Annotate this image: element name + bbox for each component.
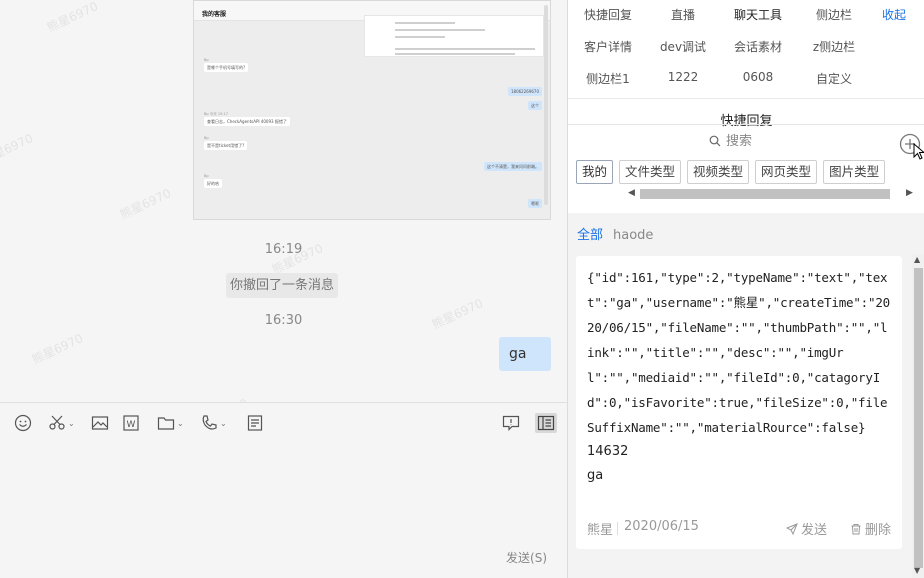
notes-icon [247, 415, 263, 431]
screenshot-message-bubble: 好的哈 [204, 179, 222, 188]
filter-tabs: 全部 haode [577, 224, 663, 243]
notes-button[interactable] [246, 413, 264, 433]
sidebar-panel: 快捷回复 直播 聊天工具 侧边栏 收起 客户详情 dev调试 会话素材 z侧边栏… [567, 0, 924, 578]
chevron-down-icon: ⌄ [177, 418, 184, 428]
folder-icon [157, 417, 175, 430]
send-reply-label: 发送 [800, 523, 827, 538]
emoji-icon [14, 414, 32, 432]
nav-item-custom[interactable]: 自定义 [796, 70, 872, 87]
call-button[interactable]: ⌄ [200, 413, 227, 433]
reply-json-text: {"id":161,"type":2,"typeName":"text","te… [587, 270, 890, 435]
folder-button[interactable]: ⌄ [157, 413, 184, 433]
screenshot-message-bubble: 18062269670 [508, 87, 542, 96]
category-tabs: 我的 文件类型 视频类型 网页类型 图片类型 [576, 160, 924, 186]
word-file-icon: W [123, 415, 139, 431]
divider [617, 522, 618, 535]
screenshot-message-bubble: 查看日志，CheckAgentsAPI 40093 报错了 [204, 117, 290, 126]
svg-text:W: W [127, 420, 136, 430]
image-button[interactable] [91, 413, 109, 433]
screenshot-tool-button[interactable]: ⌄ [48, 413, 75, 433]
screenshot-message-bubble: 是不是ticket用错了? [204, 141, 248, 150]
screenshot-image-message[interactable]: 我的客服 Bp 是哪个手机号填写的? 18062269670 这个 Bp 今天 15:1… [193, 0, 551, 220]
reply-number: 14632 [587, 444, 629, 459]
screenshot-scrollbar [544, 5, 548, 205]
chevron-down-icon: ⌄ [68, 418, 75, 428]
scroll-down-icon[interactable]: ▼ [914, 566, 920, 575]
nav-item-z-sidebar[interactable]: z侧边栏 [796, 38, 872, 55]
screenshot-message-bubble: 这个 [528, 101, 542, 110]
nav-item-1222[interactable]: 1222 [645, 70, 721, 84]
send-button[interactable]: 发送(S) [506, 549, 547, 566]
search-icon [709, 135, 721, 147]
search-input[interactable] [726, 131, 846, 151]
word-file-button[interactable]: W [122, 413, 140, 433]
nav-item-session-material[interactable]: 会话素材 [720, 38, 796, 55]
screenshot-message-bubble: 这个不清楚，我来问问前端。 [484, 162, 542, 171]
scroll-left-icon[interactable]: ◀ [628, 188, 635, 198]
scroll-up-icon[interactable]: ▲ [914, 255, 920, 264]
card-date: 2020/06/15 [624, 519, 699, 534]
chat-panel: 熊星6970 熊星6970 熊星6970 熊星6970 熊星6970 熊星697… [0, 0, 567, 578]
my-message-bubble[interactable]: ga [499, 337, 551, 371]
delete-reply-button[interactable]: 删除 [850, 519, 891, 538]
mouse-cursor-icon [913, 143, 924, 160]
nav-item-quick-reply[interactable]: 快捷回复 [570, 6, 646, 23]
scrollbar-thumb[interactable] [914, 268, 923, 568]
nav-item-customer-detail[interactable]: 客户详情 [570, 38, 646, 55]
card-author: 熊星 [587, 523, 614, 538]
search-bar [568, 124, 924, 160]
card-footer: 熊星 2020/06/15 发送 删除 [587, 519, 891, 539]
chevron-down-icon: ⌄ [220, 418, 227, 428]
category-tab-image[interactable]: 图片类型 [823, 160, 886, 184]
screenshot-message-bubble: 嗯呢 [528, 199, 542, 208]
recall-notice: 你撤回了一条消息 [226, 273, 338, 298]
sidebar-toggle-button[interactable] [535, 413, 557, 433]
watermark: 熊星6970 [44, 0, 101, 35]
watermark: 熊星6970 [29, 331, 86, 367]
watermark: 熊星6970 [0, 131, 36, 167]
scrollbar-thumb[interactable] [640, 189, 890, 199]
category-tab-webpage[interactable]: 网页类型 [755, 160, 818, 184]
filter-tab-all[interactable]: 全部 [577, 228, 603, 243]
screenshot-sender-name: Bp [204, 136, 209, 140]
nav-item-sidebar1[interactable]: 侧边栏1 [570, 70, 646, 87]
message-composer[interactable]: ⌄ W ⌄ ⌄ 发送(S) [0, 402, 567, 578]
send-icon [785, 522, 798, 535]
screenshot-sender-name: Bp [204, 174, 209, 178]
delete-reply-label: 删除 [864, 523, 891, 538]
image-icon [91, 416, 109, 430]
phone-icon [202, 415, 217, 430]
screenshot-message-bubble: 是哪个手机号填写的? [204, 63, 249, 72]
category-tab-mine[interactable]: 我的 [576, 160, 614, 184]
category-tab-file[interactable]: 文件类型 [619, 160, 682, 184]
timestamp: 16:30 [264, 313, 303, 328]
screenshot-sender-name: Bp [204, 58, 209, 62]
nav-item-chat-tools[interactable]: 聊天工具 [720, 6, 796, 23]
scroll-right-icon[interactable]: ▶ [906, 188, 913, 198]
nav-item-0608[interactable]: 0608 [720, 70, 796, 84]
send-reply-button[interactable]: 发送 [785, 519, 827, 538]
emoji-button[interactable] [14, 413, 32, 433]
screenshot-info-panel [364, 15, 544, 57]
nav-item-dev-debug[interactable]: dev调试 [645, 38, 721, 55]
watermark: 熊星6970 [117, 186, 174, 222]
reply-text: ga [587, 468, 604, 483]
trash-icon [851, 523, 861, 534]
scissors-icon [49, 415, 65, 430]
vertical-scrollbar[interactable]: ▲ ▼ [912, 254, 924, 578]
category-tab-video[interactable]: 视频类型 [687, 160, 750, 184]
quick-reply-card[interactable]: {"id":161,"type":2,"typeName":"text","te… [576, 256, 902, 549]
feedback-icon [502, 415, 520, 431]
divider [568, 98, 924, 99]
screenshot-title: 我的客服 [202, 11, 227, 18]
sidebar-toggle-icon [537, 415, 555, 431]
sidebar-nav: 快捷回复 直播 聊天工具 侧边栏 收起 客户详情 dev调试 会话素材 z侧边栏… [568, 0, 924, 98]
horizontal-scrollbar[interactable]: ◀ ▶ [626, 187, 916, 201]
collapse-link[interactable]: 收起 [858, 6, 924, 23]
reply-list-area: 全部 haode {"id":161,"type":2,"typeName":"t… [568, 213, 924, 578]
nav-item-live[interactable]: 直播 [645, 6, 721, 23]
timestamp: 16:19 [264, 242, 303, 257]
feedback-button[interactable] [502, 413, 520, 433]
filter-tab-haode[interactable]: haode [613, 228, 653, 243]
